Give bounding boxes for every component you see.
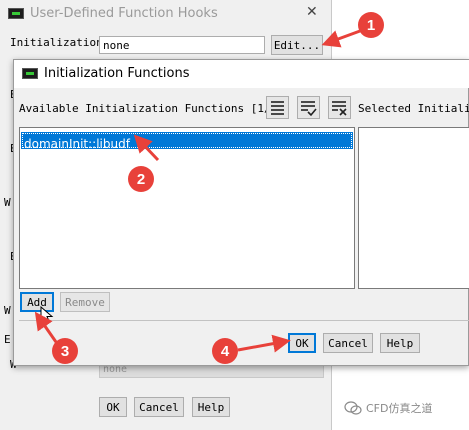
arrow-4 — [237, 334, 291, 353]
annotation-3: 3 — [52, 338, 78, 364]
arrow-3 — [34, 311, 58, 343]
watermark: CFD仿真之道 — [344, 400, 432, 416]
screenshot: User-Defined Function Hooks ✕ Initializa… — [0, 0, 469, 430]
arrow-2 — [133, 134, 160, 162]
wechat-icon — [344, 401, 362, 415]
annotation-arrows — [34, 29, 361, 353]
annotation-1: 1 — [358, 12, 384, 38]
watermark-text: CFD仿真之道 — [366, 402, 433, 415]
annotation-2: 2 — [128, 166, 154, 192]
annotation-4: 4 — [212, 338, 238, 364]
arrow-1 — [321, 29, 361, 48]
